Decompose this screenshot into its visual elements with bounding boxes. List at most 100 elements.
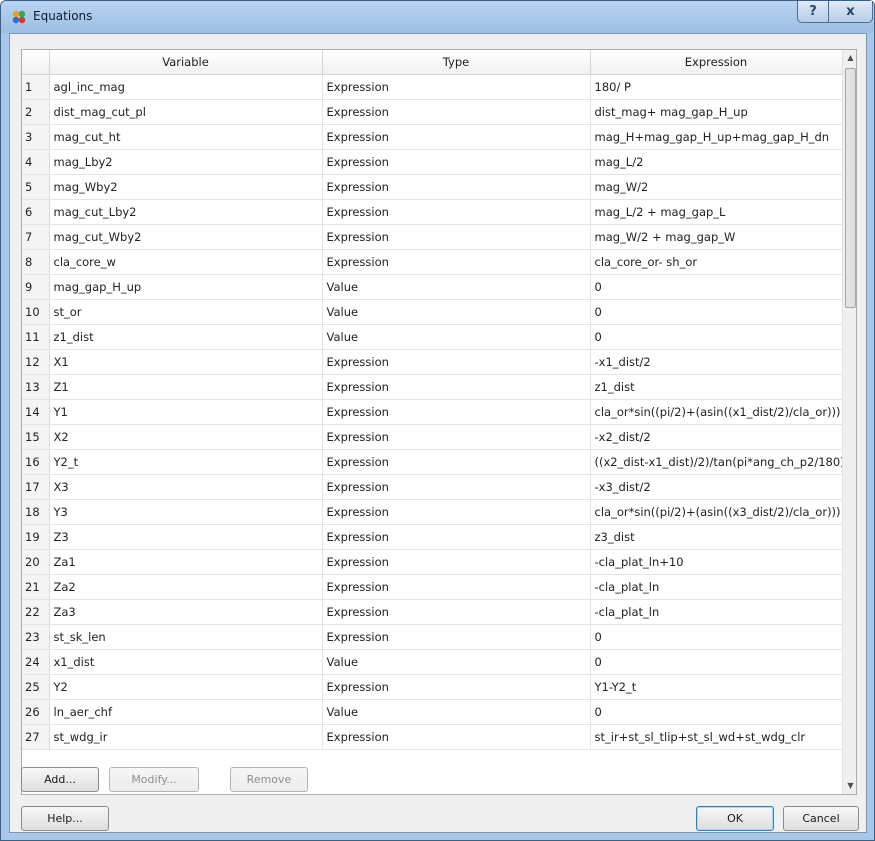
cell-expression[interactable]: dist_mag+ mag_gap_H_up: [590, 99, 843, 125]
cell-variable[interactable]: Za1: [49, 549, 323, 575]
cell-variable[interactable]: Y2: [49, 674, 323, 700]
cell-expression[interactable]: st_ir+st_sl_tlip+st_sl_wd+st_wdg_clr: [590, 724, 843, 750]
table-row[interactable]: 1 agl_inc_mag Expression 180/ P: [22, 74, 843, 100]
table-row[interactable]: 26 ln_aer_chf Value 0: [22, 699, 843, 725]
cell-expression[interactable]: -cla_plat_ln: [590, 574, 843, 600]
cell-type[interactable]: Expression: [322, 424, 591, 450]
table-row[interactable]: 9 mag_gap_H_up Value 0: [22, 274, 843, 300]
cell-expression[interactable]: -cla_plat_ln: [590, 599, 843, 625]
cell-expression[interactable]: -cla_plat_ln+10: [590, 549, 843, 575]
table-row[interactable]: 24 x1_dist Value 0: [22, 649, 843, 675]
table-row[interactable]: 15 X2 Expression -x2_dist/2: [22, 424, 843, 450]
table-row[interactable]: 23 st_sk_len Expression 0: [22, 624, 843, 650]
table-row[interactable]: 18 Y3 Expression cla_or*sin((pi/2)+(asin((x…: [22, 499, 843, 525]
cell-variable[interactable]: Z1: [49, 374, 323, 400]
scroll-up-icon[interactable]: ▲: [843, 50, 856, 66]
cell-expression[interactable]: -x1_dist/2: [590, 349, 843, 375]
table-row[interactable]: 11 z1_dist Value 0: [22, 324, 843, 350]
cell-type[interactable]: Expression: [322, 724, 591, 750]
table-row[interactable]: 10 st_or Value 0: [22, 299, 843, 325]
cell-type[interactable]: Expression: [322, 499, 591, 525]
cell-type[interactable]: Value: [322, 324, 591, 350]
cell-expression[interactable]: 0: [590, 649, 843, 675]
cell-variable[interactable]: Za3: [49, 599, 323, 625]
cell-variable[interactable]: ln_aer_chf: [49, 699, 323, 725]
cell-expression[interactable]: z1_dist: [590, 374, 843, 400]
table-row[interactable]: 3 mag_cut_ht Expression mag_H+mag_gap_H_up+…: [22, 124, 843, 150]
table-row[interactable]: 5 mag_Wby2 Expression mag_W/2: [22, 174, 843, 200]
cell-expression[interactable]: cla_or*sin((pi/2)+(asin((x1_dist/2)/cla_…: [590, 399, 843, 425]
cell-variable[interactable]: Z3: [49, 524, 323, 550]
table-row[interactable]: 20 Za1 Expression -cla_plat_ln+10: [22, 549, 843, 575]
cell-expression[interactable]: -x2_dist/2: [590, 424, 843, 450]
ok-button[interactable]: OK: [696, 806, 774, 831]
cell-expression[interactable]: z3_dist: [590, 524, 843, 550]
scrollbar-thumb[interactable]: [845, 68, 856, 308]
cell-type[interactable]: Expression: [322, 224, 591, 250]
cell-type[interactable]: Expression: [322, 549, 591, 575]
scroll-down-icon[interactable]: ▼: [843, 778, 856, 794]
table-row[interactable]: 17 X3 Expression -x3_dist/2: [22, 474, 843, 500]
cell-expression[interactable]: cla_or*sin((pi/2)+(asin((x3_dist/2)/cla_…: [590, 499, 843, 525]
cell-variable[interactable]: st_sk_len: [49, 624, 323, 650]
cell-expression[interactable]: mag_L/2 + mag_gap_L: [590, 199, 843, 225]
cell-variable[interactable]: mag_Wby2: [49, 174, 323, 200]
cell-type[interactable]: Expression: [322, 174, 591, 200]
cell-type[interactable]: Value: [322, 299, 591, 325]
table-row[interactable]: 21 Za2 Expression -cla_plat_ln: [22, 574, 843, 600]
cell-expression[interactable]: cla_core_or- sh_or: [590, 249, 843, 275]
cell-type[interactable]: Expression: [322, 74, 591, 100]
cell-type[interactable]: Expression: [322, 249, 591, 275]
table-row[interactable]: 7 mag_cut_Wby2 Expression mag_W/2 + mag_gap…: [22, 224, 843, 250]
cell-type[interactable]: Expression: [322, 474, 591, 500]
table-row[interactable]: 2 dist_mag_cut_pl Expression dist_mag+ mag_…: [22, 99, 843, 125]
cell-variable[interactable]: mag_gap_H_up: [49, 274, 323, 300]
table-row[interactable]: 14 Y1 Expression cla_or*sin((pi/2)+(asin((x…: [22, 399, 843, 425]
cell-type[interactable]: Value: [322, 649, 591, 675]
cell-type[interactable]: Expression: [322, 374, 591, 400]
cell-type[interactable]: Expression: [322, 199, 591, 225]
cell-type[interactable]: Expression: [322, 599, 591, 625]
cell-variable[interactable]: Y2_t: [49, 449, 323, 475]
cell-expression[interactable]: 0: [590, 299, 843, 325]
table-row[interactable]: 6 mag_cut_Lby2 Expression mag_L/2 + mag_gap…: [22, 199, 843, 225]
cell-type[interactable]: Expression: [322, 399, 591, 425]
cell-type[interactable]: Value: [322, 274, 591, 300]
vertical-scrollbar[interactable]: ▲ ▼: [842, 50, 856, 794]
cell-expression[interactable]: mag_H+mag_gap_H_up+mag_gap_H_dn: [590, 124, 843, 150]
cell-variable[interactable]: agl_inc_mag: [49, 74, 323, 100]
table-row[interactable]: 27 st_wdg_ir Expression st_ir+st_sl_tlip+st…: [22, 724, 843, 750]
cell-type[interactable]: Expression: [322, 149, 591, 175]
cell-type[interactable]: Expression: [322, 624, 591, 650]
help-button[interactable]: Help...: [21, 806, 109, 831]
cell-type[interactable]: Expression: [322, 449, 591, 475]
title-bar[interactable]: Equations ? x: [1, 1, 874, 33]
table-row[interactable]: 22 Za3 Expression -cla_plat_ln: [22, 599, 843, 625]
cell-variable[interactable]: cla_core_w: [49, 249, 323, 275]
cell-variable[interactable]: Y3: [49, 499, 323, 525]
cell-variable[interactable]: z1_dist: [49, 324, 323, 350]
cell-variable[interactable]: mag_cut_ht: [49, 124, 323, 150]
cell-expression[interactable]: 0: [590, 699, 843, 725]
cell-expression[interactable]: 180/ P: [590, 74, 843, 100]
header-type[interactable]: Type: [322, 50, 591, 75]
cell-variable[interactable]: Y1: [49, 399, 323, 425]
cell-variable[interactable]: Za2: [49, 574, 323, 600]
cell-expression[interactable]: 0: [590, 624, 843, 650]
cell-type[interactable]: Expression: [322, 674, 591, 700]
cell-expression[interactable]: mag_W/2: [590, 174, 843, 200]
cell-expression[interactable]: mag_L/2: [590, 149, 843, 175]
cell-expression[interactable]: -x3_dist/2: [590, 474, 843, 500]
table-row[interactable]: 19 Z3 Expression z3_dist: [22, 524, 843, 550]
cell-variable[interactable]: mag_Lby2: [49, 149, 323, 175]
cell-variable[interactable]: st_or: [49, 299, 323, 325]
cell-expression[interactable]: 0: [590, 274, 843, 300]
cell-variable[interactable]: X3: [49, 474, 323, 500]
cell-expression[interactable]: Y1-Y2_t: [590, 674, 843, 700]
close-button[interactable]: x: [829, 1, 873, 23]
add-button[interactable]: Add...: [21, 767, 99, 792]
modify-button[interactable]: Modify...: [109, 767, 199, 792]
header-expression[interactable]: Expression: [590, 50, 843, 75]
header-variable[interactable]: Variable: [49, 50, 323, 75]
cell-variable[interactable]: X1: [49, 349, 323, 375]
